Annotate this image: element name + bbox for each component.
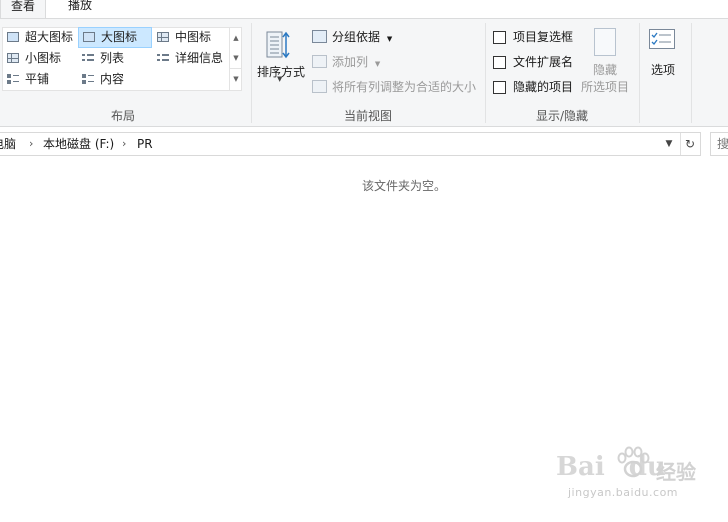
empty-folder-message: 该文件夹为空。 — [361, 179, 446, 193]
scroll-down-icon[interactable]: ▼ — [230, 48, 242, 68]
add-columns-dropdown-icon: ▼ — [374, 60, 381, 68]
refresh-icon[interactable]: ↻ — [680, 133, 699, 155]
tab-play[interactable]: 播放 — [58, 0, 102, 18]
options-label: 选项 — [650, 63, 675, 77]
size-columns-icon — [312, 80, 327, 93]
item-checkboxes-toggle[interactable]: 项目复选框 — [493, 27, 573, 47]
sort-icon — [266, 31, 290, 59]
breadcrumb-separator-icon[interactable]: › — [122, 133, 126, 155]
layout-tiles[interactable]: 平铺 — [3, 70, 75, 89]
expand-gallery-icon[interactable]: ▼ — [230, 68, 242, 89]
layout-medium-icons[interactable]: 中图标 — [153, 28, 235, 47]
hidden-items-checkbox[interactable] — [493, 81, 506, 94]
ribbon: 超大图标 大图标 中图标 小图标 列表 详细信息 平铺 内容 ▲ ▼ ▼ 布局 … — [0, 18, 728, 127]
layout-extra-large-icons[interactable]: 超大图标 — [3, 28, 75, 47]
sort-by-button[interactable]: 排序方式 ▼ — [255, 25, 307, 89]
search-placeholder: 搜 — [717, 137, 728, 151]
layout-details[interactable]: 详细信息 — [153, 49, 235, 68]
watermark-jingyan-text: 经验 — [656, 460, 696, 484]
layout-content[interactable]: 内容 — [78, 70, 150, 89]
group-by-dropdown-icon: ▼ — [386, 35, 393, 43]
large-icons-icon — [83, 32, 95, 42]
hide-selected-label-1: 隐藏 — [592, 63, 617, 77]
group-divider — [691, 23, 692, 123]
extra-large-icons-icon — [7, 32, 19, 42]
add-columns-button[interactable]: 添加列 ▼ — [312, 52, 380, 72]
layout-group-label: 布局 — [110, 109, 135, 123]
show-hide-group-label: 显示/隐藏 — [535, 109, 589, 123]
breadcrumb-this-pc[interactable]: 电脑 — [0, 133, 16, 155]
group-by-icon — [312, 30, 327, 43]
tab-view[interactable]: 查看 — [0, 0, 47, 19]
breadcrumb-separator-icon[interactable]: › — [29, 133, 33, 155]
breadcrumb-pr[interactable]: PR — [137, 133, 153, 155]
current-view-group-label: 当前视图 — [343, 109, 392, 123]
tiles-icon — [7, 74, 19, 84]
layout-large-icons[interactable]: 大图标 — [78, 27, 152, 48]
hide-selected-icon — [594, 28, 616, 56]
layout-small-icons[interactable]: 小图标 — [3, 49, 75, 68]
file-extensions-toggle[interactable]: 文件扩展名 — [493, 52, 573, 72]
file-extensions-checkbox[interactable] — [493, 56, 506, 69]
search-box[interactable]: 搜 — [710, 132, 728, 156]
options-button[interactable]: 选项 — [640, 29, 686, 89]
details-icon — [157, 53, 169, 63]
watermark-logo-part1: Bai — [556, 452, 605, 482]
hidden-items-toggle[interactable]: 隐藏的项目 — [493, 77, 573, 97]
hide-selected-label-2: 所选项目 — [580, 80, 629, 94]
layout-gallery: 超大图标 大图标 中图标 小图标 列表 详细信息 平铺 内容 ▲ ▼ ▼ — [2, 27, 242, 91]
add-columns-icon — [312, 55, 327, 68]
address-history-dropdown-icon[interactable]: ▼ — [660, 133, 678, 155]
watermark-url: jingyan.baidu.com — [568, 486, 679, 499]
item-checkboxes-checkbox[interactable] — [493, 31, 506, 44]
gallery-scroller[interactable]: ▲ ▼ ▼ — [229, 28, 242, 90]
breadcrumb-local-disk[interactable]: 本地磁盘 (F:) — [43, 133, 114, 155]
baidu-jingyan-watermark: Bai du 经验 jingyan.baidu.com — [556, 446, 716, 508]
group-by-button[interactable]: 分组依据 ▼ — [312, 27, 392, 47]
ribbon-tab-strip: 查看 播放 — [0, 0, 728, 19]
hide-selected-items-button[interactable]: 隐藏 所选项目 — [577, 28, 633, 98]
content-icon — [82, 74, 94, 84]
layout-list[interactable]: 列表 — [78, 49, 150, 68]
size-all-columns-button[interactable]: 将所有列调整为合适的大小 — [312, 77, 476, 97]
small-icons-icon — [7, 53, 19, 63]
medium-icons-icon — [157, 32, 169, 42]
sort-dropdown-icon: ▼ — [277, 75, 283, 83]
scroll-up-icon[interactable]: ▲ — [230, 28, 242, 48]
paw-logo-icon — [617, 446, 650, 478]
list-icon — [82, 53, 94, 63]
options-icon — [649, 29, 675, 49]
address-bar[interactable]: 电脑 › 本地磁盘 (F:) › PR ▼ ↻ — [0, 132, 701, 156]
